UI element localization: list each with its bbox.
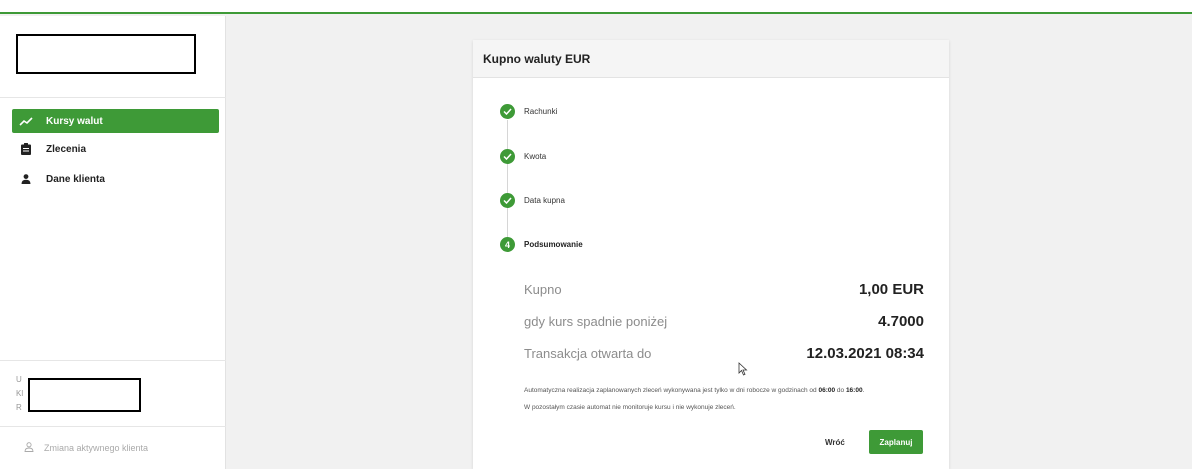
check-icon bbox=[500, 193, 515, 208]
summary-value: 12.03.2021 08:34 bbox=[806, 345, 924, 362]
sidebar-divider bbox=[0, 97, 226, 98]
summary-row-otwarta-do: Transakcja otwarta do 12.03.2021 08:34 bbox=[524, 345, 924, 362]
card-title: Kupno waluty EUR bbox=[473, 40, 949, 78]
sidebar-item-label: Zlecenia bbox=[46, 143, 87, 155]
stepper-line bbox=[507, 120, 508, 244]
person-outline-icon bbox=[24, 442, 34, 454]
clipboard-icon bbox=[12, 143, 40, 155]
info-note-text: Automatyczna realizacja zaplanowanych zl… bbox=[524, 387, 819, 394]
summary-value: 1,00 EUR bbox=[858, 281, 924, 298]
step-label: Kwota bbox=[524, 152, 547, 161]
sidebar: Kursy walut Zlecenia Dane klienta U Kl R… bbox=[0, 16, 226, 469]
summary-label: Transakcja otwarta do bbox=[524, 346, 652, 361]
info-note-line: W pozostałym czasie automat nie monitoru… bbox=[524, 404, 736, 411]
summary-label: gdy kurs spadnie poniżej bbox=[524, 314, 668, 329]
info-note-text: . bbox=[862, 387, 865, 394]
user-info-redacted bbox=[28, 378, 141, 412]
summary-row-kupno: Kupno 1,00 EUR bbox=[524, 281, 924, 298]
step-kwota[interactable]: Kwota bbox=[500, 149, 546, 164]
step-label: Data kupna bbox=[524, 196, 565, 205]
sidebar-item-dane-klienta[interactable]: Dane klienta bbox=[12, 167, 219, 191]
step-number-badge: 4 bbox=[500, 237, 515, 252]
user-info-line: U bbox=[16, 375, 22, 384]
sidebar-divider bbox=[0, 360, 226, 361]
top-bar bbox=[0, 0, 1192, 14]
info-note-text: do bbox=[835, 387, 846, 394]
info-note-line: Automatyczna realizacja zaplanowanych zl… bbox=[524, 386, 864, 396]
info-note-time-to: 16:00 bbox=[845, 387, 863, 394]
mouse-cursor-icon bbox=[738, 362, 748, 381]
user-info: U Kl R bbox=[16, 373, 23, 415]
summary-row-kurs: gdy kurs spadnie poniżej 4.7000 bbox=[524, 313, 924, 330]
person-icon bbox=[12, 174, 40, 184]
back-button[interactable]: Wróć bbox=[825, 438, 845, 447]
sidebar-item-kursy-walut[interactable]: Kursy walut bbox=[12, 109, 219, 133]
purchase-card: Kupno waluty EUR Rachunki Kwota Data kup… bbox=[473, 40, 949, 469]
logo-redacted bbox=[16, 34, 196, 74]
user-info-line: Kl bbox=[16, 389, 24, 398]
check-icon bbox=[500, 149, 515, 164]
sidebar-divider bbox=[0, 426, 226, 427]
schedule-button[interactable]: Zaplanuj bbox=[869, 430, 923, 454]
step-label: Rachunki bbox=[524, 107, 558, 116]
info-note-time-from: 06:00 bbox=[818, 387, 836, 394]
sidebar-item-zlecenia[interactable]: Zlecenia bbox=[12, 137, 219, 161]
sidebar-item-label: Kursy walut bbox=[46, 115, 103, 127]
step-data-kupna[interactable]: Data kupna bbox=[500, 193, 565, 208]
step-podsumowanie: 4 Podsumowanie bbox=[500, 237, 583, 252]
summary-value: 4.7000 bbox=[878, 313, 924, 330]
info-note: Automatyczna realizacja zaplanowanych zl… bbox=[524, 386, 864, 413]
change-client-label: Zmiana aktywnego klienta bbox=[44, 443, 149, 453]
step-label: Podsumowanie bbox=[524, 240, 583, 249]
check-icon bbox=[500, 104, 515, 119]
summary-label: Kupno bbox=[524, 282, 562, 297]
sidebar-item-label: Dane klienta bbox=[46, 173, 105, 185]
change-client-link[interactable]: Zmiana aktywnego klienta bbox=[24, 442, 148, 454]
trending-up-icon bbox=[12, 116, 40, 126]
user-info-line: R bbox=[16, 403, 22, 412]
step-rachunki[interactable]: Rachunki bbox=[500, 104, 557, 119]
